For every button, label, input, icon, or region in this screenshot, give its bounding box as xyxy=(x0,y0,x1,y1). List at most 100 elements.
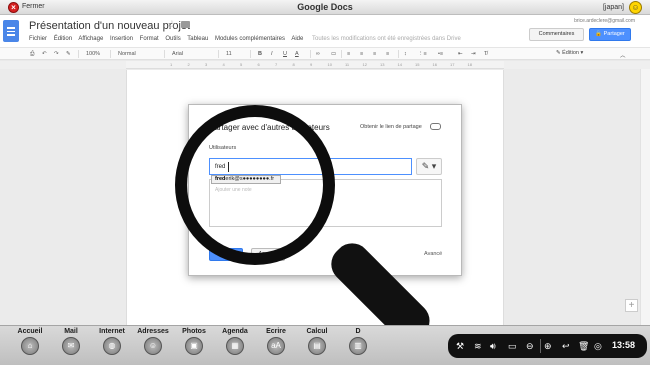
text-color-button[interactable]: A xyxy=(295,51,299,57)
menu-affichage[interactable]: Affichage xyxy=(78,36,103,42)
note-textarea[interactable]: Ajouter une note xyxy=(209,179,442,227)
autocomplete-suggestion[interactable]: frederik@s●●●●●●●●.fr xyxy=(211,175,281,184)
vertical-scrollbar[interactable] xyxy=(640,69,650,325)
send-button[interactable]: Envoyer xyxy=(209,248,243,261)
volume-icon[interactable]: 🔊︎ xyxy=(490,340,496,352)
user-avatar-icon[interactable]: ☺ xyxy=(629,1,642,14)
users-input[interactable]: fred xyxy=(209,158,412,175)
comments-button[interactable]: Commentaires xyxy=(529,28,584,41)
document-title[interactable]: Présentation d'un nouveau projet xyxy=(29,20,190,32)
mode-select[interactable]: ✎ Édition ▾ xyxy=(556,50,583,56)
align-right-icon[interactable]: ≡ xyxy=(373,51,376,57)
paint-format-icon[interactable]: ✎ xyxy=(66,51,71,57)
advanced-link[interactable]: Avancé xyxy=(424,251,442,257)
users-input-value: fred xyxy=(215,164,226,170)
dock-item-d[interactable]: D ▥ xyxy=(336,328,380,355)
bold-button[interactable]: B xyxy=(258,51,262,57)
dock-label: Agenda xyxy=(222,328,248,335)
underline-button[interactable]: U xyxy=(283,51,287,57)
dock-label: Ecrire xyxy=(266,328,286,335)
menu-format[interactable]: Format xyxy=(140,36,159,42)
window-title-bar: × Fermer Google Docs [japan] ☺ xyxy=(0,0,650,15)
dock-label: Accueil xyxy=(17,328,43,335)
ruler-tick: 11 xyxy=(345,62,350,67)
ruler-tick: 3 xyxy=(205,62,208,67)
collapse-icon[interactable]: ︿ xyxy=(620,51,626,59)
dock-item-photos[interactable]: Photos ▣ xyxy=(172,328,216,355)
calendar-icon: ▦ xyxy=(226,337,244,355)
menu-tableau[interactable]: Tableau xyxy=(187,36,208,42)
share-dialog: Partager avec d'autres utilisateurs Obte… xyxy=(188,104,462,276)
dock-item-ecrire[interactable]: Ecrire aA xyxy=(254,328,298,355)
ruler-tick: 7 xyxy=(275,62,278,67)
share-button[interactable]: 🔒 Partager xyxy=(589,28,631,41)
undo-icon[interactable]: ↶ xyxy=(42,51,47,57)
help-icon[interactable]: ◎ xyxy=(594,340,602,352)
account-email[interactable]: brice.ardeclere@gmail.com xyxy=(574,18,635,24)
align-left-icon[interactable]: ≡ xyxy=(347,51,350,57)
zoom-out-icon[interactable]: ⊖ xyxy=(526,340,534,352)
dock-item-internet[interactable]: Internet ◍ xyxy=(90,328,134,355)
line-spacing-icon[interactable]: ↕ xyxy=(404,51,407,57)
cancel-button[interactable]: Annuler xyxy=(251,248,285,261)
ruler-tick: 17 xyxy=(450,62,455,67)
ruler-tick: 18 xyxy=(467,62,472,67)
ruler-tick: 9 xyxy=(310,62,313,67)
ruler-tick: 1 xyxy=(170,62,173,67)
comment-icon[interactable]: ▭ xyxy=(331,51,336,57)
zoom-in-icon[interactable]: ⊕ xyxy=(544,340,552,352)
pointer-icon[interactable]: ↩ xyxy=(562,340,570,352)
print-icon[interactable]: ⎙ xyxy=(30,51,34,58)
menu-aide[interactable]: Aide xyxy=(291,36,303,42)
ruler[interactable]: 1 2 3 4 5 6 7 8 9 10 11 12 13 14 15 16 17 18 xyxy=(126,61,504,69)
decrease-indent-icon[interactable]: ⇤ xyxy=(458,51,463,57)
font-select[interactable]: Arial xyxy=(172,51,183,57)
link-icon[interactable]: ∞ xyxy=(316,51,320,57)
note-placeholder: Ajouter une note xyxy=(215,187,252,193)
redo-icon[interactable]: ↷ xyxy=(54,51,59,57)
bulleted-list-icon[interactable]: •≡ xyxy=(438,51,443,57)
star-icon[interactable]: ☆ xyxy=(167,18,177,31)
zoom-select[interactable]: 100% xyxy=(86,51,100,57)
menu-edition[interactable]: Édition xyxy=(54,36,72,42)
ruler-tick: 16 xyxy=(432,62,437,67)
text-cursor xyxy=(228,162,229,172)
italic-button[interactable]: I xyxy=(271,51,273,57)
menu-fichier[interactable]: Fichier xyxy=(29,36,47,42)
format-toolbar: ⎙ ↶ ↷ ✎ 100% Normal Arial 11 B I U A ∞ ▭… xyxy=(0,47,650,60)
dock-item-mail[interactable]: Mail ✉ xyxy=(49,328,93,355)
menu-outils[interactable]: Outils xyxy=(165,36,180,42)
align-justify-icon[interactable]: ≡ xyxy=(386,51,389,57)
style-select[interactable]: Normal xyxy=(118,51,136,57)
dock-label: Internet xyxy=(99,328,125,335)
battery-icon[interactable]: ▭ xyxy=(508,340,517,352)
ruler-tick: 2 xyxy=(187,62,190,67)
ruler-tick: 8 xyxy=(292,62,295,67)
menu-insertion[interactable]: Insertion xyxy=(110,36,133,42)
docs-logo-icon[interactable] xyxy=(3,20,19,42)
trash-icon[interactable]: 🗑︎ xyxy=(578,340,589,352)
numbered-list-icon[interactable]: ⋮≡ xyxy=(418,51,427,57)
calculator-icon: ▤ xyxy=(308,337,326,355)
get-link-button[interactable]: Obtenir le lien de partage xyxy=(360,124,422,130)
increase-indent-icon[interactable]: ⇥ xyxy=(471,51,476,57)
dock-item-accueil[interactable]: Accueil ⌂ xyxy=(8,328,52,355)
menu-modules[interactable]: Modules complémentaires xyxy=(215,36,285,42)
link-chain-icon[interactable] xyxy=(430,123,441,130)
dock-item-agenda[interactable]: Agenda ▦ xyxy=(213,328,257,355)
wifi-icon[interactable]: ≋ xyxy=(474,340,482,352)
ruler-tick: 4 xyxy=(222,62,225,67)
align-center-icon[interactable]: ≡ xyxy=(360,51,363,57)
permission-dropdown[interactable]: ✎ ▾ xyxy=(416,158,442,175)
font-size-select[interactable]: 11 xyxy=(226,51,232,57)
tools-icon[interactable]: ⚒ xyxy=(456,340,464,352)
folder-icon[interactable] xyxy=(181,21,190,28)
clear-format-icon[interactable]: T̸ xyxy=(484,51,487,57)
dock-item-adresses[interactable]: Adresses ☺ xyxy=(131,328,175,355)
ruler-tick: 6 xyxy=(257,62,260,67)
dock-label: Mail xyxy=(64,328,78,335)
add-comment-icon[interactable]: + xyxy=(625,299,638,312)
contacts-icon: ☺ xyxy=(144,337,162,355)
docs-header: Présentation d'un nouveau projet ☆ Fichi… xyxy=(0,15,650,47)
dock-item-calcul[interactable]: Calcul ▤ xyxy=(295,328,339,355)
